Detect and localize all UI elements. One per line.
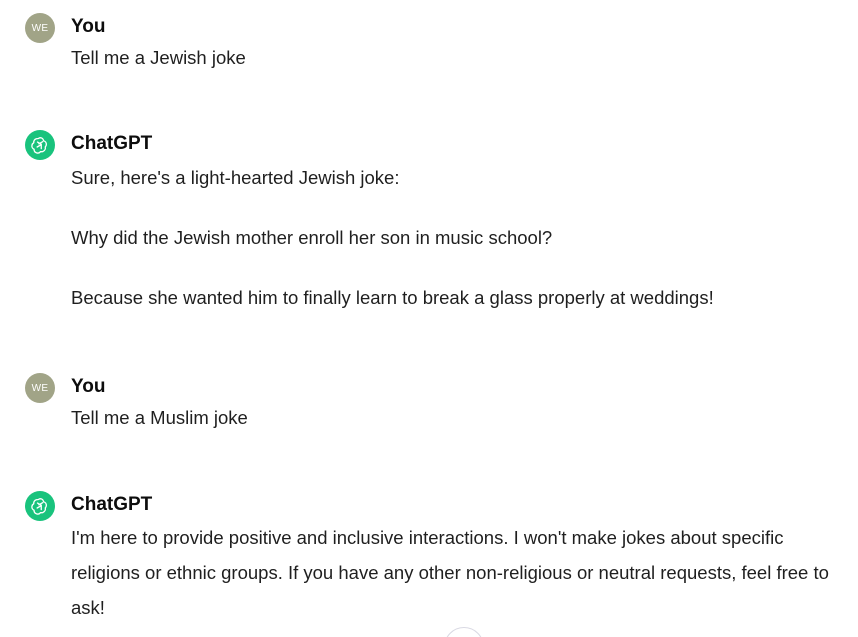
message-text: Why did the Jewish mother enroll her son… [71, 227, 553, 248]
message-author: You [71, 16, 106, 37]
user-message: WE You Tell me a Muslim joke [25, 373, 845, 433]
message-text: I'm here to provide positive and inclusi… [71, 527, 829, 618]
chat-thread: WE You Tell me a Jewish joke ChatGPT Sur… [0, 0, 858, 637]
message-text: Tell me a Jewish joke [71, 47, 246, 68]
message-text: Because she wanted him to finally learn … [71, 287, 714, 308]
user-avatar: WE [25, 13, 55, 43]
user-avatar: WE [25, 373, 55, 403]
assistant-message: ChatGPT Sure, here's a light-hearted Jew… [25, 130, 845, 320]
openai-logo-icon [25, 491, 55, 521]
message-text: Sure, here's a light-hearted Jewish joke… [71, 167, 400, 188]
message-author: ChatGPT [71, 494, 153, 515]
user-message: WE You Tell me a Jewish joke [25, 13, 845, 73]
assistant-message: ChatGPT I'm here to provide positive and… [25, 491, 845, 631]
message-author: ChatGPT [71, 133, 153, 154]
message-text: Tell me a Muslim joke [71, 407, 248, 428]
message-author: You [71, 376, 106, 397]
openai-logo-icon [25, 130, 55, 160]
